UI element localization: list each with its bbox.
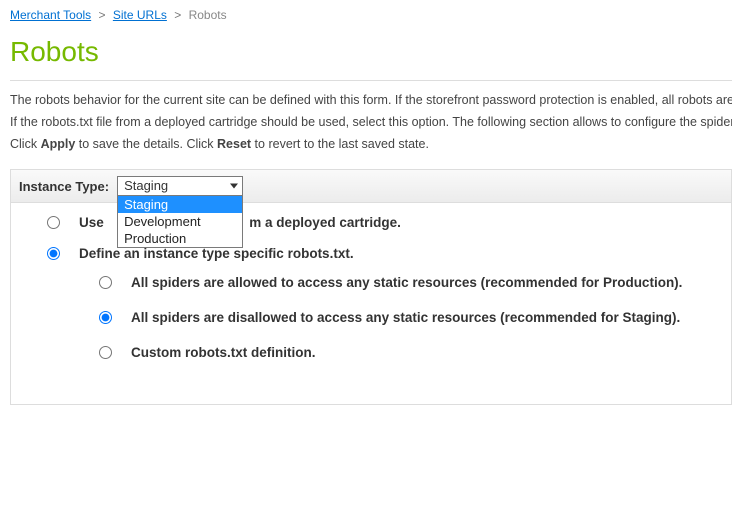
instance-option-production[interactable]: Production: [118, 230, 242, 247]
suboption-allow-all-label: All spiders are allowed to access any st…: [131, 275, 715, 290]
radio-custom[interactable]: [99, 346, 112, 359]
option-define-robots: Define an instance type specific robots.…: [27, 246, 715, 261]
radio-allow-all[interactable]: [99, 276, 112, 289]
suboption-disallow-all: All spiders are disallowed to access any…: [79, 310, 715, 325]
instance-type-row: Instance Type: Staging Staging Developme…: [11, 170, 731, 203]
radio-disallow-all[interactable]: [99, 311, 112, 324]
option-define-robots-label: Define an instance type specific robots.…: [79, 246, 715, 261]
instance-type-value: Staging: [124, 178, 168, 193]
suboption-disallow-all-label: All spiders are disallowed to access any…: [131, 310, 715, 325]
intro-line-2: If the robots.txt file from a deployed c…: [10, 115, 732, 129]
intro-line-3: Click Apply to save the details. Click R…: [10, 137, 732, 151]
breadcrumb-current: Robots: [189, 8, 227, 22]
instance-type-select[interactable]: Staging Staging Development Production: [117, 176, 243, 196]
radio-use-cartridge[interactable]: [47, 216, 60, 229]
divider: [10, 80, 732, 81]
robots-form: Instance Type: Staging Staging Developme…: [10, 169, 732, 405]
radio-define-robots[interactable]: [47, 247, 60, 260]
chevron-down-icon: [230, 184, 238, 189]
breadcrumb: Merchant Tools > Site URLs > Robots: [10, 8, 732, 22]
breadcrumb-merchant-tools[interactable]: Merchant Tools: [10, 8, 91, 22]
breadcrumb-sep: >: [170, 8, 185, 22]
instance-type-label: Instance Type:: [19, 179, 109, 194]
suboption-custom: Custom robots.txt definition.: [79, 345, 715, 360]
instance-type-select-display[interactable]: Staging: [117, 176, 243, 196]
instance-type-dropdown[interactable]: Staging Development Production: [117, 195, 243, 248]
sub-options: All spiders are allowed to access any st…: [79, 275, 715, 360]
suboption-custom-label: Custom robots.txt definition.: [131, 345, 715, 360]
instance-option-development[interactable]: Development: [118, 213, 242, 230]
breadcrumb-sep: >: [95, 8, 110, 22]
page-title: Robots: [10, 36, 732, 68]
intro-line-1: The robots behavior for the current site…: [10, 93, 732, 107]
instance-option-staging[interactable]: Staging: [118, 196, 242, 213]
suboption-allow-all: All spiders are allowed to access any st…: [79, 275, 715, 290]
intro-text: The robots behavior for the current site…: [10, 93, 732, 151]
breadcrumb-site-urls[interactable]: Site URLs: [113, 8, 167, 22]
